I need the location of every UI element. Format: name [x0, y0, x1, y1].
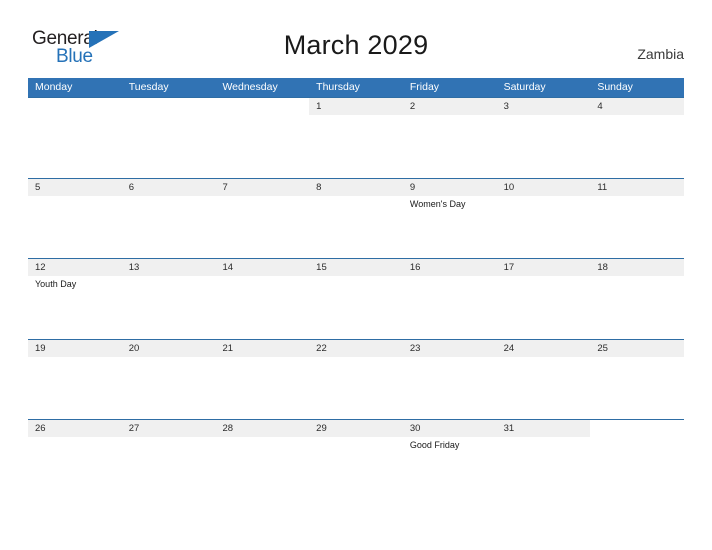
weekday-header-row: Monday Tuesday Wednesday Thursday Friday…: [28, 78, 684, 97]
day-event-cell[interactable]: [122, 196, 216, 256]
day-event-cell[interactable]: [590, 115, 684, 175]
day-number-cell[interactable]: 27: [121, 420, 216, 437]
day-number-cell[interactable]: 17: [496, 259, 591, 276]
day-event-cell[interactable]: [28, 357, 122, 417]
week-day-number-band: 19 20 21 22 23 24 25: [28, 339, 685, 357]
day-event-cell[interactable]: [590, 357, 684, 417]
day-event-cell[interactable]: [403, 357, 497, 417]
day-event-cell[interactable]: [28, 437, 122, 497]
day-number-cell[interactable]: 22: [309, 339, 403, 357]
calendar-week-row: 1 2 3 4: [28, 97, 685, 178]
day-number-cell[interactable]: 29: [309, 420, 403, 437]
day-number-cell[interactable]: [590, 420, 685, 437]
day-number-cell[interactable]: 3: [496, 98, 591, 115]
day-event-cell[interactable]: [309, 437, 403, 497]
day-event-cell[interactable]: [309, 115, 403, 175]
day-event-cell[interactable]: [590, 276, 684, 336]
day-number-cell[interactable]: 12: [28, 259, 122, 276]
day-event-cell[interactable]: Youth Day: [28, 276, 122, 336]
day-event-cell[interactable]: Women's Day: [403, 196, 497, 256]
day-number-cell[interactable]: [121, 98, 216, 115]
day-event-cell[interactable]: [215, 196, 309, 256]
day-number-cell[interactable]: 16: [402, 259, 497, 276]
day-event-cell[interactable]: [215, 276, 309, 336]
week-day-number-band: 1 2 3 4: [28, 98, 685, 115]
day-event-cell[interactable]: [497, 115, 591, 175]
day-event-cell[interactable]: [122, 115, 216, 175]
day-number-cell[interactable]: 6: [121, 178, 216, 196]
weekday-header-wednesday: Wednesday: [222, 81, 278, 93]
day-number-cell[interactable]: 26: [28, 420, 122, 437]
day-event-cell[interactable]: [497, 276, 591, 336]
day-number-cell[interactable]: 28: [215, 420, 310, 437]
day-event-cell[interactable]: [590, 196, 684, 256]
day-event-cell[interactable]: Good Friday: [403, 437, 497, 497]
week-event-band: [28, 115, 684, 175]
day-number-cell[interactable]: 19: [28, 339, 122, 357]
day-event-cell[interactable]: [28, 115, 122, 175]
day-event-cell[interactable]: [497, 437, 591, 497]
day-event-cell[interactable]: [590, 437, 684, 497]
week-event-band: Women's Day: [28, 196, 684, 256]
day-event-cell[interactable]: [497, 357, 591, 417]
weekday-header-monday: Monday: [35, 81, 73, 93]
week-event-band: Good Friday: [28, 437, 684, 497]
day-number-cell[interactable]: 7: [215, 178, 310, 196]
calendar-page: General Blue March 2029 Zambia Monday Tu…: [0, 0, 712, 550]
day-event-cell[interactable]: [122, 276, 216, 336]
day-number-cell[interactable]: [215, 98, 310, 115]
day-number-cell[interactable]: 5: [28, 178, 122, 196]
day-event-cell[interactable]: [403, 276, 497, 336]
day-event-cell[interactable]: [122, 357, 216, 417]
day-number-cell[interactable]: 9: [402, 178, 497, 196]
day-event-cell[interactable]: [215, 437, 309, 497]
day-number-cell[interactable]: 21: [215, 339, 310, 357]
week-event-band: Youth Day: [28, 276, 684, 336]
calendar-week-row: 12 13 14 15 16 17 18 Youth Day: [28, 258, 685, 339]
day-event-cell[interactable]: [215, 115, 309, 175]
day-number-cell[interactable]: 20: [121, 339, 216, 357]
calendar-grid: Monday Tuesday Wednesday Thursday Friday…: [28, 78, 685, 500]
week-day-number-band: 5 6 7 8 9 10 11: [28, 178, 685, 196]
week-event-band: [28, 357, 684, 417]
day-number-cell[interactable]: 31: [496, 420, 591, 437]
calendar-week-row: 5 6 7 8 9 10 11 Women's Day: [28, 177, 685, 259]
day-number-cell[interactable]: 15: [309, 259, 403, 276]
weekday-header-tuesday: Tuesday: [128, 81, 169, 93]
day-number-cell[interactable]: 11: [590, 178, 685, 196]
day-number-cell[interactable]: [28, 98, 122, 115]
weekday-header-thursday: Thursday: [316, 81, 360, 93]
calendar-week-row: 19 20 21 22 23 24 25: [28, 338, 685, 420]
day-event-cell[interactable]: [403, 115, 497, 175]
day-number-cell[interactable]: 14: [215, 259, 310, 276]
page-title: March 2029: [283, 30, 429, 60]
day-number-cell[interactable]: 18: [590, 259, 685, 276]
week-day-number-band: 12 13 14 15 16 17 18: [28, 259, 685, 276]
calendar-week-row: 26 27 28 29 30 31 Good Friday: [28, 419, 685, 500]
day-number-cell[interactable]: 10: [496, 178, 591, 196]
day-number-cell[interactable]: 30: [402, 420, 497, 437]
day-event-cell[interactable]: [215, 357, 309, 417]
day-number-cell[interactable]: 8: [309, 178, 403, 196]
day-number-cell[interactable]: 23: [402, 339, 497, 357]
day-event-cell[interactable]: [309, 357, 403, 417]
day-event-cell[interactable]: [309, 196, 403, 256]
day-number-cell[interactable]: 13: [121, 259, 216, 276]
day-number-cell[interactable]: 24: [496, 339, 591, 357]
country-label: Zambia: [637, 46, 684, 62]
day-number-cell[interactable]: 2: [402, 98, 497, 115]
day-number-cell[interactable]: 4: [590, 98, 685, 115]
day-event-cell[interactable]: [122, 437, 216, 497]
week-day-number-band: 26 27 28 29 30 31: [28, 420, 685, 437]
day-event-cell[interactable]: [28, 196, 122, 256]
weekday-header-sunday: Sunday: [597, 81, 633, 93]
weekday-header-friday: Friday: [409, 81, 440, 93]
page-header: General Blue March 2029 Zambia: [0, 0, 712, 76]
day-number-cell[interactable]: 25: [590, 339, 685, 357]
weekday-header-saturday: Saturday: [503, 81, 546, 93]
day-number-cell[interactable]: 1: [309, 98, 403, 115]
day-event-cell[interactable]: [497, 196, 591, 256]
day-event-cell[interactable]: [309, 276, 403, 336]
